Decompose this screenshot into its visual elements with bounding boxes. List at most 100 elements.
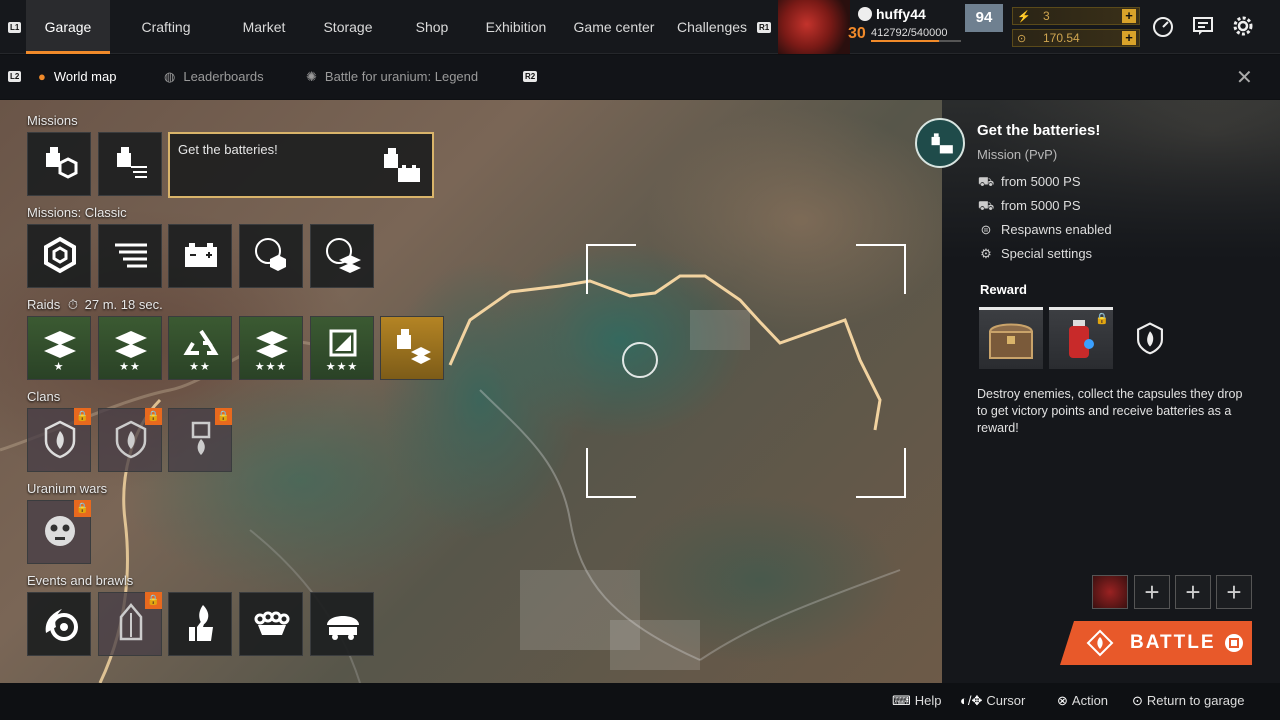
square-button-icon	[1225, 634, 1243, 652]
gold-icon: ⊙	[1017, 33, 1027, 45]
close-button[interactable]: ✕	[1236, 65, 1253, 90]
robot-lines-icon	[117, 147, 147, 178]
hint-label: Cursor	[986, 693, 1026, 708]
robot-layers-icon	[397, 329, 431, 364]
player-level: 30	[848, 25, 866, 42]
tab-battle-for-uranium[interactable]: ✺ Battle for uranium: Legend	[306, 55, 478, 99]
chest-icon	[988, 323, 1034, 359]
player-avatar[interactable]	[778, 0, 850, 54]
tab-market[interactable]: Market	[232, 0, 296, 54]
tab-challenges[interactable]: Challenges	[674, 0, 750, 54]
tab-exhibition[interactable]: Exhibition	[480, 0, 552, 54]
hint-return[interactable]: ⊙ Return to garage	[1132, 693, 1244, 709]
reward-item-battery[interactable]: 🔒	[1049, 307, 1113, 369]
xp-counter: 412792/540000	[871, 27, 948, 39]
flame-shield-icon	[44, 420, 76, 459]
mission-title: Get the batteries!	[977, 122, 1101, 139]
reward-item-chest[interactable]	[979, 307, 1043, 369]
reward-label: Reward	[980, 282, 1027, 297]
reticle-bracket-bl	[586, 448, 636, 498]
event-tile-spike[interactable]: 🔒	[98, 592, 162, 656]
tab-battle-for-uranium-label: Battle for uranium: Legend	[324, 69, 479, 84]
rank-badge[interactable]: 94	[965, 4, 1003, 32]
raid-tile-6[interactable]	[380, 316, 444, 380]
car-dome-icon	[327, 616, 359, 640]
layers-icon	[115, 331, 147, 358]
tab-world-map[interactable]: ● World map	[38, 55, 116, 99]
tab-leaderboards[interactable]: ◍ Leaderboards	[164, 55, 264, 99]
vehicle-slot-2[interactable]: +	[1134, 575, 1170, 609]
battle-diamond-icon	[1086, 629, 1114, 657]
event-tile-car-dome[interactable]	[310, 592, 374, 656]
tab-crafting[interactable]: Crafting	[128, 0, 204, 54]
car-icon: ⛟	[977, 174, 995, 189]
add-coins-button[interactable]: +	[1122, 9, 1136, 23]
raid-tile-4[interactable]: ★★★	[239, 316, 303, 380]
settings-icon: ⚙	[980, 246, 992, 261]
classic-tile-battery[interactable]	[168, 224, 232, 288]
flame-shield-icon	[1133, 318, 1167, 363]
battle-button[interactable]: BATTLE	[1060, 621, 1252, 665]
mission-tile-robot-lines[interactable]	[98, 132, 162, 196]
mission-tile-get-the-batteries[interactable]: Get the batteries!	[168, 132, 434, 198]
vehicle-slot-1[interactable]	[1092, 575, 1128, 609]
map-cursor[interactable]	[622, 342, 658, 378]
event-tile-wheel-flame[interactable]	[27, 592, 91, 656]
gold-value: 170.54	[1043, 31, 1080, 45]
hint-label: Return to garage	[1146, 693, 1245, 708]
vehicle-slot-3[interactable]: +	[1175, 575, 1211, 609]
platform-icon	[858, 7, 872, 21]
r2-button-hint: R2	[523, 71, 538, 82]
lock-icon: 🔒	[215, 408, 232, 425]
spike-shield-icon	[119, 603, 143, 641]
raid-tile-3[interactable]: ★★	[168, 316, 232, 380]
uranium-icon: ✺	[306, 69, 317, 84]
mission-type: Mission (PvP)	[977, 147, 1058, 162]
mission-prop-special: ⚙ Special settings	[977, 246, 1092, 262]
raid-tile-2[interactable]: ★★	[98, 316, 162, 380]
gear-icon[interactable]	[1230, 14, 1256, 40]
classic-tile-target-layers[interactable]	[310, 224, 374, 288]
classic-tile-lines[interactable]	[98, 224, 162, 288]
classic-tile-target-hex[interactable]	[239, 224, 303, 288]
classic-tile-hex[interactable]	[27, 224, 91, 288]
keyboard-icon: ⌨	[892, 693, 911, 708]
tab-shop[interactable]: Shop	[404, 0, 460, 54]
hint-action[interactable]: ⊗ Action	[1057, 693, 1108, 709]
robot-battery-icon	[931, 133, 953, 154]
add-gold-button[interactable]: +	[1122, 31, 1136, 45]
chip-icon	[329, 329, 357, 357]
speedometer-icon[interactable]	[1150, 14, 1176, 40]
username[interactable]: huffy44	[858, 6, 926, 22]
chat-icon[interactable]	[1190, 14, 1216, 40]
vehicle-slot-4[interactable]: +	[1216, 575, 1252, 609]
tab-game-center[interactable]: Game center	[570, 0, 658, 54]
coins-currency: ⚡ 3 +	[1012, 7, 1140, 25]
coin-icon: ⚡	[1017, 11, 1031, 23]
clan-tile-1[interactable]: 🔒	[27, 408, 91, 472]
map-pin-icon: ●	[38, 69, 46, 84]
car-icon: ⛟	[977, 198, 995, 213]
target-layers-icon	[326, 238, 361, 273]
layers-icon	[44, 331, 76, 358]
raid-tile-5[interactable]: ★★★	[310, 316, 374, 380]
hint-help[interactable]: ⌨ Help	[892, 693, 942, 709]
raid-stars: ★★★	[325, 361, 359, 373]
event-tile-thumbs-flame[interactable]	[168, 592, 232, 656]
clan-tile-2[interactable]: 🔒	[98, 408, 162, 472]
clan-tile-3[interactable]: 🔒	[168, 408, 232, 472]
event-tile-knuckles[interactable]	[239, 592, 303, 656]
raid-tile-1[interactable]: ★	[27, 316, 91, 380]
tab-storage[interactable]: Storage	[316, 0, 380, 54]
layers-icon	[256, 331, 288, 358]
tab-garage[interactable]: Garage	[26, 0, 110, 54]
hex-icon	[44, 236, 76, 274]
coins-value: 3	[1043, 9, 1050, 23]
mission-tile-robot-hex[interactable]	[27, 132, 91, 196]
uranium-skull-icon	[45, 516, 75, 546]
hint-cursor[interactable]: ◐/✥ Cursor	[960, 693, 1025, 709]
section-events: Events and brawls	[27, 573, 134, 588]
uranium-wars-tile[interactable]: 🔒	[27, 500, 91, 564]
reticle-bracket-tl	[586, 244, 636, 294]
mission-icon	[915, 118, 965, 168]
